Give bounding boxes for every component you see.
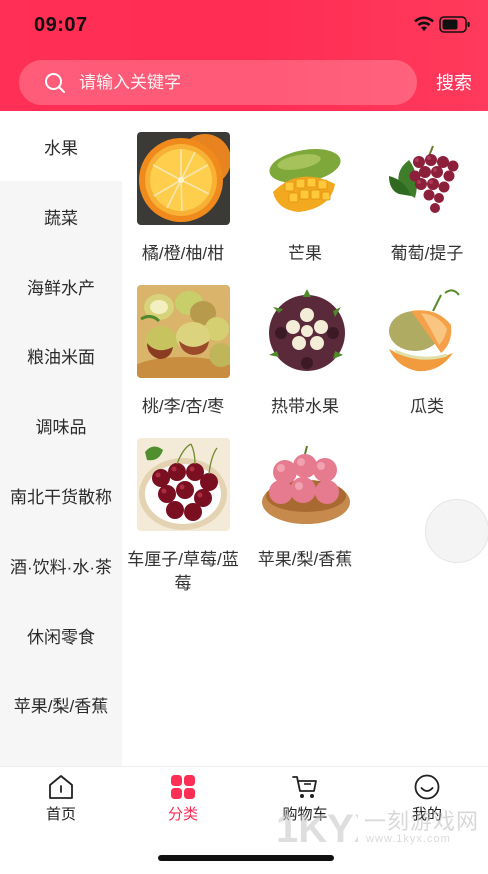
search-button[interactable]: 搜索	[430, 68, 478, 98]
category-label: 瓜类	[410, 397, 444, 416]
mangosteen-image	[259, 285, 352, 378]
jujube-image	[137, 285, 230, 378]
category-sidebar: 水果 蔬菜 海鲜水产 粮油米面 调味品 南北干货散称 酒·饮料·水·茶 休闲零食…	[0, 111, 122, 766]
category-label: 芒果	[288, 244, 322, 263]
sidebar-item-drinks[interactable]: 酒·饮料·水·茶	[0, 530, 122, 600]
melon-image	[381, 285, 474, 378]
category-cell-grape[interactable]: 葡萄/提子	[366, 132, 488, 272]
tab-category[interactable]: 分类	[122, 767, 244, 831]
category-cell-tropical[interactable]: 热带水果	[244, 285, 366, 425]
orange-image	[137, 132, 230, 225]
category-label: 热带水果	[271, 397, 339, 416]
sidebar-item-seasoning[interactable]: 调味品	[0, 390, 122, 460]
apple-image	[259, 438, 352, 531]
sidebar-item-fruit[interactable]: 水果	[0, 111, 122, 181]
header: 09:07 搜索	[0, 0, 488, 111]
floating-assistive-button[interactable]	[425, 499, 488, 563]
watermark-text: 一刻游戏网	[364, 809, 480, 834]
category-icon	[171, 775, 195, 799]
svg-text:1KYX: 1KYX	[276, 807, 358, 851]
search-icon	[45, 73, 65, 93]
sidebar-item-apple-pear-banana[interactable]: 苹果/梨/香蕉	[0, 669, 122, 739]
grape-image	[381, 132, 474, 225]
sidebar-item-snacks[interactable]: 休闲零食	[0, 600, 122, 670]
watermark-logo: 1KYX	[276, 807, 358, 851]
tab-home[interactable]: 首页	[0, 767, 122, 831]
mango-image	[259, 132, 352, 225]
category-label: 橘/橙/柚/柑	[141, 244, 225, 263]
watermark-url: www.1kyx.com	[366, 833, 451, 845]
category-cell-stone-fruit[interactable]: 桃/李/杏/枣	[122, 285, 244, 425]
category-label: 桃/李/杏/枣	[141, 397, 225, 416]
wifi-icon	[414, 16, 434, 31]
watermark: 1KYX 一刻游戏网 www.1kyx.com	[274, 800, 488, 856]
home-indicator	[158, 855, 334, 861]
profile-icon	[414, 774, 440, 800]
cherry-image	[137, 438, 230, 531]
category-cell-apple-pear[interactable]: 苹果/梨/香蕉	[244, 438, 366, 578]
home-icon	[49, 775, 73, 799]
category-cell-melon[interactable]: 瓜类	[366, 285, 488, 425]
tab-label: 首页	[45, 806, 76, 823]
sidebar-item-dried-goods[interactable]: 南北干货散称	[0, 460, 122, 530]
status-time: 09:07	[34, 14, 88, 36]
cart-icon	[292, 776, 317, 798]
search-box[interactable]	[19, 60, 417, 105]
sidebar-item-grain-oil[interactable]: 粮油米面	[0, 320, 122, 390]
battery-icon	[439, 16, 470, 33]
status-bar: 09:07	[0, 0, 488, 52]
category-cell-mango[interactable]: 芒果	[244, 132, 366, 272]
sidebar-item-vegetables[interactable]: 蔬菜	[0, 181, 122, 251]
category-label: 车厘子/草莓/蓝莓	[127, 550, 239, 593]
tab-label: 分类	[167, 806, 198, 823]
sidebar-item-seafood[interactable]: 海鲜水产	[0, 251, 122, 321]
category-label: 葡萄/提子	[390, 244, 464, 263]
category-cell-berries[interactable]: 车厘子/草莓/蓝莓	[122, 438, 244, 598]
category-cell-citrus[interactable]: 橘/橙/柚/柑	[122, 132, 244, 272]
category-label: 苹果/梨/香蕉	[257, 550, 353, 569]
search-input[interactable]	[79, 60, 399, 105]
